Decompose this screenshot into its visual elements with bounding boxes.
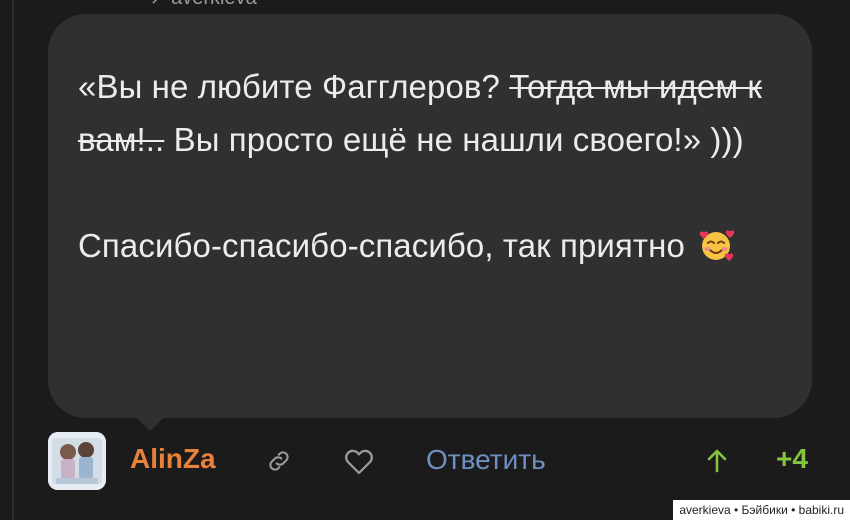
reply-arrow-icon: ↗	[150, 0, 165, 9]
heart-icon[interactable]	[342, 444, 376, 478]
smiling-face-with-hearts-icon	[699, 230, 735, 261]
thread-line	[12, 0, 14, 520]
reply-ref-username[interactable]: averkieva	[171, 0, 257, 10]
comment-footer: AlinZa Ответить +4	[48, 430, 828, 492]
watermark: averkieva • Бэйбики • babiki.ru	[673, 500, 850, 520]
comment-screen: ↗ averkieva «Вы не любите Фагглеров? Тог…	[0, 0, 850, 520]
comment-text-2: Спасибо-спасибо-спасибо, так приятно	[78, 227, 685, 264]
comment-paragraph-1: «Вы не любите Фагглеров? Тогда мы идем к…	[78, 60, 782, 166]
bubble-tail	[136, 417, 164, 431]
comment-paragraph-2: Спасибо-спасибо-спасибо, так приятно	[78, 219, 782, 272]
comment-text-1b: Вы просто ещё не нашли своего!» )))	[164, 121, 744, 158]
comment-bubble: «Вы не любите Фагглеров? Тогда мы идем к…	[48, 14, 812, 418]
reply-button[interactable]: Ответить	[426, 444, 546, 476]
comment-text-1a: «Вы не любите Фагглеров?	[78, 68, 510, 105]
link-icon[interactable]	[262, 444, 296, 478]
avatar[interactable]	[48, 432, 106, 490]
comment-author[interactable]: AlinZa	[130, 443, 216, 475]
avatar-image	[48, 432, 106, 490]
arrow-up-icon[interactable]	[700, 444, 734, 478]
reply-reference[interactable]: ↗ averkieva	[150, 0, 257, 10]
vote-score: +4	[776, 443, 808, 474]
